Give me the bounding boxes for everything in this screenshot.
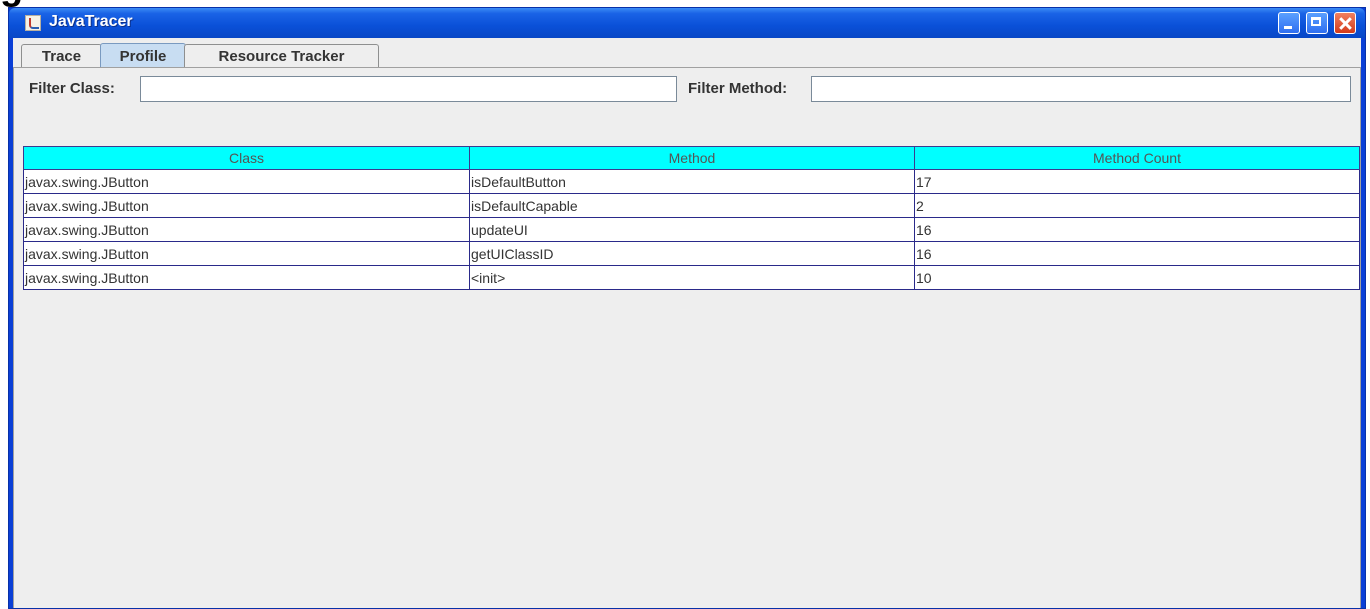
filter-class-label: Filter Class: <box>29 80 115 97</box>
cell-method[interactable]: updateUI <box>469 217 915 242</box>
column-header-class[interactable]: Class <box>23 146 470 170</box>
minimize-icon[interactable] <box>1278 12 1300 34</box>
close-icon[interactable] <box>1334 12 1356 34</box>
title-bar[interactable]: JavaTracer <box>9 8 1365 38</box>
maximize-icon[interactable] <box>1306 12 1328 34</box>
cell-method[interactable]: getUIClassID <box>469 241 915 266</box>
window-content: Trace Profile Resource Tracker <box>13 38 1361 608</box>
column-header-method[interactable]: Method <box>469 146 915 170</box>
filter-class-input[interactable] <box>140 76 677 102</box>
tab-strip: Trace Profile Resource Tracker <box>13 38 1361 68</box>
cell-method-count[interactable]: 16 <box>914 217 1360 242</box>
cell-class[interactable]: javax.swing.JButton <box>23 217 470 242</box>
cell-method[interactable]: <init> <box>469 265 915 290</box>
cell-method[interactable]: isDefaultButton <box>469 169 915 194</box>
cell-class[interactable]: javax.swing.JButton <box>23 169 470 194</box>
table-header-row: Class Method Method Count <box>23 146 1360 170</box>
method-count-table: Class Method Method Count javax.swing.JB… <box>23 146 1370 311</box>
table-row[interactable]: javax.swing.JButton updateUI 16 <box>23 217 1360 242</box>
tab-trace[interactable]: Trace <box>21 44 102 67</box>
cell-method-count[interactable]: 17 <box>914 169 1360 194</box>
cell-method-count[interactable]: 16 <box>914 241 1360 266</box>
tab-resource-tracker[interactable]: Resource Tracker <box>184 44 379 67</box>
cell-method-count[interactable]: 2 <box>914 193 1360 218</box>
table-row[interactable]: javax.swing.JButton isDefaultButton 17 <box>23 169 1360 194</box>
window-title: JavaTracer <box>49 13 133 30</box>
cell-class[interactable]: javax.swing.JButton <box>23 193 470 218</box>
cell-class[interactable]: javax.swing.JButton <box>23 241 470 266</box>
cell-method-count[interactable]: 10 <box>914 265 1360 290</box>
table-row[interactable]: javax.swing.JButton isDefaultCapable 2 <box>23 193 1360 218</box>
table-row[interactable]: javax.swing.JButton <init> 10 <box>23 265 1360 290</box>
filter-method-label: Filter Method: <box>688 80 788 97</box>
java-cup-icon <box>25 15 41 31</box>
column-header-method-count[interactable]: Method Count <box>914 146 1360 170</box>
tab-profile[interactable]: Profile <box>100 43 186 68</box>
cell-method[interactable]: isDefaultCapable <box>469 193 915 218</box>
page-heading-fragment: g <box>0 0 1370 7</box>
table-row[interactable]: javax.swing.JButton getUIClassID 16 <box>23 241 1360 266</box>
cell-class[interactable]: javax.swing.JButton <box>23 265 470 290</box>
filter-method-input[interactable] <box>811 76 1351 102</box>
